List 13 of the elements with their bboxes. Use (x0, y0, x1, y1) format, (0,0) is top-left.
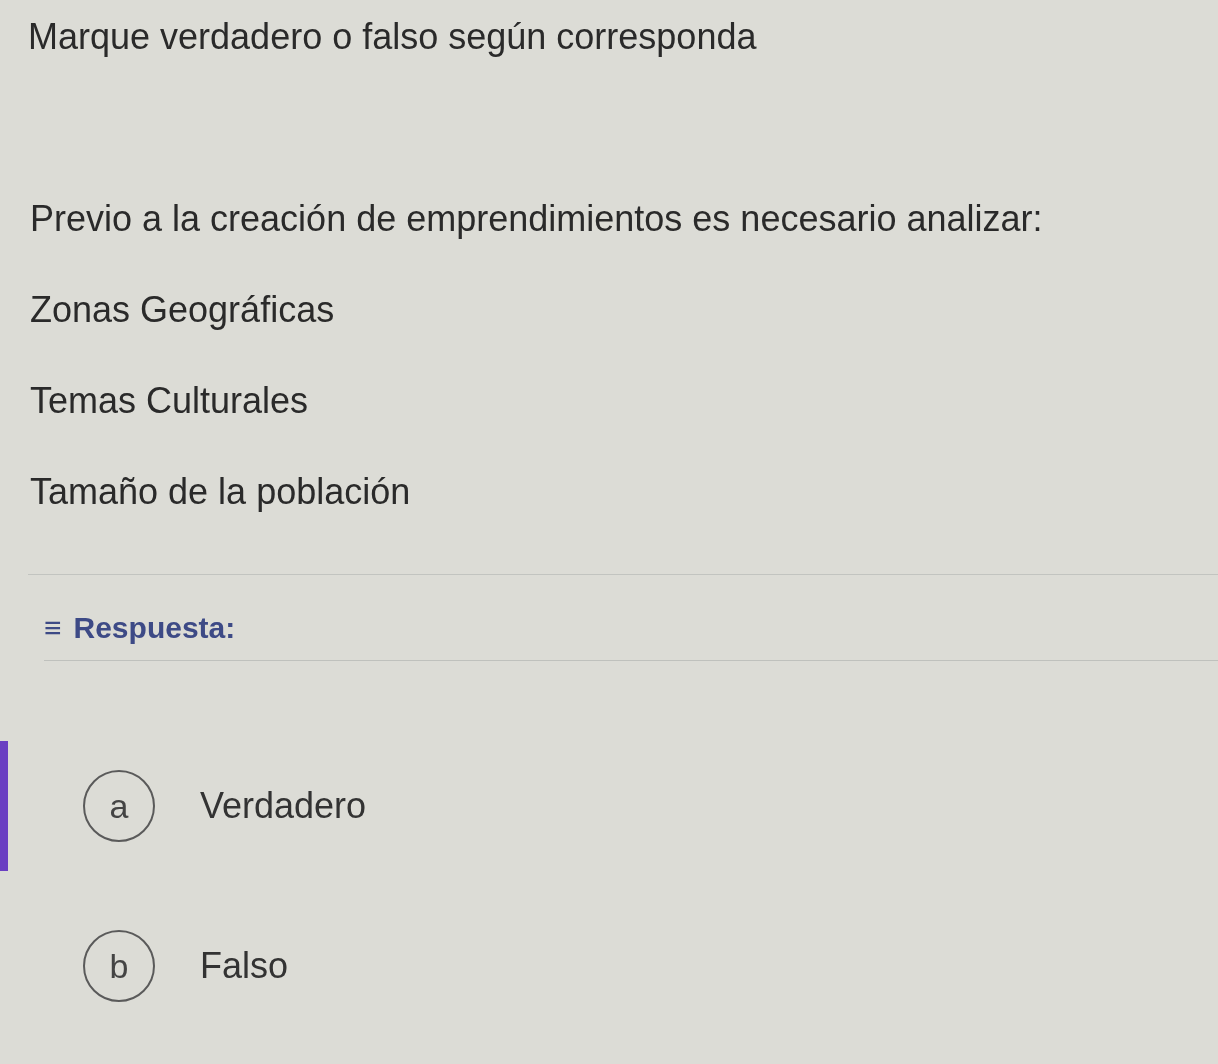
question-item: Tamaño de la población (30, 470, 412, 514)
answer-option[interactable]: b Falso (0, 901, 1218, 1031)
question-item: Zonas Geográficas (30, 288, 336, 332)
option-label: Verdadero (200, 784, 367, 828)
option-letter[interactable]: b (83, 930, 155, 1002)
instruction-text: Marque verdadero o falso según corresponda (28, 15, 758, 59)
question-text: Previo a la creación de emprendimientos es necesario analizar: (30, 197, 1044, 241)
question-item: Temas Culturales (30, 379, 310, 423)
option-label: Falso (200, 944, 289, 988)
option-letter[interactable]: a (83, 770, 155, 842)
answer-label: Respuesta: (73, 610, 236, 646)
menu-icon: ≡ (44, 605, 62, 650)
answer-option[interactable]: a Verdadero (0, 741, 1218, 871)
